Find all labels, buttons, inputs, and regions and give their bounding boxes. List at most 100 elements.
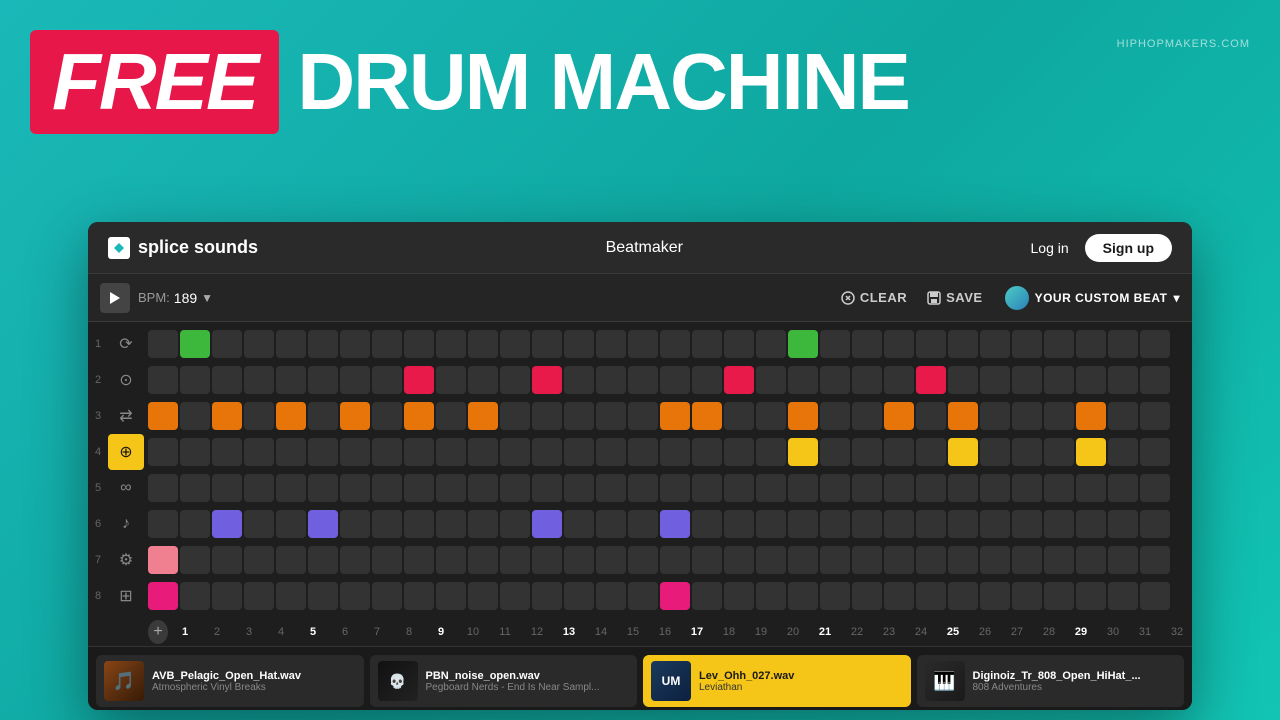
grid-cell[interactable] [820, 582, 850, 610]
grid-cell[interactable] [372, 546, 402, 574]
grid-cell[interactable] [148, 546, 178, 574]
grid-cell[interactable] [1108, 474, 1138, 502]
grid-cell[interactable] [1140, 546, 1170, 574]
grid-cell[interactable] [372, 366, 402, 394]
add-track-button[interactable]: + [148, 620, 168, 644]
grid-cell[interactable] [564, 366, 594, 394]
grid-cell[interactable] [372, 402, 402, 430]
grid-cell[interactable] [404, 402, 434, 430]
grid-cell[interactable] [340, 510, 370, 538]
grid-cell[interactable] [852, 366, 882, 394]
grid-cell[interactable] [244, 330, 274, 358]
grid-cell[interactable] [308, 510, 338, 538]
grid-cell[interactable] [308, 438, 338, 466]
grid-cell[interactable] [436, 546, 466, 574]
grid-cell[interactable] [980, 582, 1010, 610]
grid-cell[interactable] [884, 402, 914, 430]
grid-cell[interactable] [564, 546, 594, 574]
grid-cell[interactable] [308, 366, 338, 394]
grid-cell[interactable] [1012, 582, 1042, 610]
grid-cell[interactable] [340, 402, 370, 430]
grid-cell[interactable] [884, 438, 914, 466]
grid-cell[interactable] [468, 402, 498, 430]
grid-cell[interactable] [1044, 582, 1074, 610]
grid-cell[interactable] [468, 582, 498, 610]
grid-cell[interactable] [628, 330, 658, 358]
grid-cell[interactable] [308, 474, 338, 502]
grid-cell[interactable] [948, 546, 978, 574]
track-icon-plus-circle[interactable]: ⊕ [108, 434, 144, 470]
grid-cell[interactable] [212, 438, 242, 466]
grid-cell[interactable] [148, 474, 178, 502]
grid-cell[interactable] [1140, 402, 1170, 430]
grid-cell[interactable] [788, 366, 818, 394]
grid-cell[interactable] [916, 510, 946, 538]
grid-cell[interactable] [756, 366, 786, 394]
grid-cell[interactable] [980, 402, 1010, 430]
login-button[interactable]: Log in [1031, 240, 1069, 256]
grid-cell[interactable] [596, 510, 626, 538]
grid-cell[interactable] [564, 510, 594, 538]
grid-cell[interactable] [1012, 402, 1042, 430]
grid-cell[interactable] [148, 402, 178, 430]
grid-cell[interactable] [148, 438, 178, 466]
grid-cell[interactable] [244, 474, 274, 502]
grid-cell[interactable] [212, 330, 242, 358]
grid-cell[interactable] [692, 366, 722, 394]
grid-cell[interactable] [532, 330, 562, 358]
grid-cell[interactable] [884, 366, 914, 394]
grid-cell[interactable] [1108, 330, 1138, 358]
grid-cell[interactable] [340, 474, 370, 502]
grid-cell[interactable] [564, 438, 594, 466]
grid-cell[interactable] [404, 582, 434, 610]
grid-cell[interactable] [1076, 582, 1106, 610]
grid-cell[interactable] [820, 546, 850, 574]
grid-cell[interactable] [532, 510, 562, 538]
grid-cell[interactable] [212, 474, 242, 502]
grid-cell[interactable] [532, 438, 562, 466]
grid-cell[interactable] [468, 438, 498, 466]
grid-cell[interactable] [1044, 510, 1074, 538]
grid-cell[interactable] [596, 402, 626, 430]
grid-cell[interactable] [1012, 438, 1042, 466]
grid-cell[interactable] [980, 366, 1010, 394]
grid-cell[interactable] [692, 402, 722, 430]
grid-cell[interactable] [852, 546, 882, 574]
grid-cell[interactable] [180, 402, 210, 430]
grid-cell[interactable] [660, 330, 690, 358]
grid-cell[interactable] [1076, 366, 1106, 394]
grid-cell[interactable] [980, 474, 1010, 502]
grid-cell[interactable] [692, 582, 722, 610]
grid-cell[interactable] [1044, 402, 1074, 430]
grid-cell[interactable] [532, 474, 562, 502]
grid-cell[interactable] [916, 402, 946, 430]
grid-cell[interactable] [564, 402, 594, 430]
grid-cell[interactable] [244, 438, 274, 466]
grid-cell[interactable] [980, 510, 1010, 538]
grid-cell[interactable] [820, 438, 850, 466]
grid-cell[interactable] [660, 546, 690, 574]
grid-cell[interactable] [1012, 510, 1042, 538]
grid-cell[interactable] [564, 582, 594, 610]
grid-cell[interactable] [276, 438, 306, 466]
grid-cell[interactable] [500, 366, 530, 394]
sample-item[interactable]: 💀PBN_noise_open.wavPegboard Nerds - End … [370, 655, 638, 707]
grid-cell[interactable] [1044, 474, 1074, 502]
grid-cell[interactable] [980, 330, 1010, 358]
grid-cell[interactable] [436, 366, 466, 394]
grid-cell[interactable] [180, 582, 210, 610]
grid-cell[interactable] [916, 330, 946, 358]
grid-cell[interactable] [724, 330, 754, 358]
grid-cell[interactable] [884, 330, 914, 358]
track-icon-circle-arrow[interactable]: ⟳ [108, 326, 144, 362]
grid-cell[interactable] [724, 510, 754, 538]
grid-cell[interactable] [820, 510, 850, 538]
signup-button[interactable]: Sign up [1085, 234, 1172, 262]
grid-cell[interactable] [244, 582, 274, 610]
grid-cell[interactable] [404, 474, 434, 502]
grid-cell[interactable] [628, 366, 658, 394]
custom-beat-button[interactable]: YOUR CUSTOM BEAT ▾ [1005, 286, 1180, 310]
grid-cell[interactable] [756, 510, 786, 538]
grid-cell[interactable] [372, 582, 402, 610]
grid-cell[interactable] [564, 474, 594, 502]
